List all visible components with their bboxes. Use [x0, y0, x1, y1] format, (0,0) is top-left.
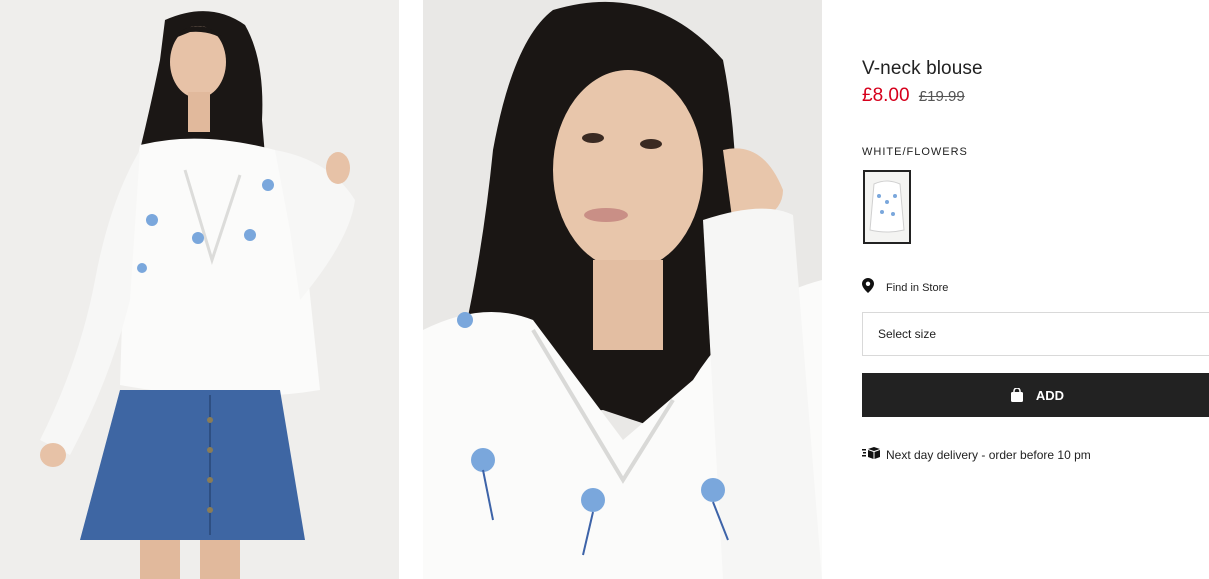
product-title: V-neck blouse — [862, 58, 983, 79]
color-label: WHITE/FLOWERS — [862, 146, 968, 158]
shopping-bag-icon — [1010, 388, 1024, 402]
product-image-full-body[interactable] — [0, 0, 399, 579]
price-block: £8.00 £19.99 — [862, 85, 965, 107]
model-full-body-illustration — [0, 0, 399, 579]
size-select-label: Select size — [878, 327, 937, 341]
find-in-store-link[interactable]: Find in Store — [862, 278, 948, 298]
swatch-blouse-thumbnail — [869, 180, 905, 233]
location-pin-icon — [862, 278, 874, 298]
add-button-label: ADD — [1035, 387, 1065, 403]
model-close-up-illustration — [423, 0, 822, 579]
delivery-truck-icon — [862, 446, 880, 464]
original-price: £19.99 — [918, 88, 965, 105]
product-image-close-up[interactable] — [423, 0, 822, 579]
find-in-store-label: Find in Store — [886, 282, 949, 294]
delivery-text: Next day delivery - order before 10 pm — [886, 448, 1091, 462]
delivery-info: Next day delivery - order before 10 pm — [862, 446, 1091, 464]
add-to-bag-button[interactable]: ADD — [862, 373, 1209, 417]
size-select-dropdown[interactable]: Select size — [862, 312, 1209, 356]
color-swatch-white-flowers[interactable] — [863, 170, 911, 244]
sale-price: £8.00 — [862, 85, 910, 106]
product-info-panel: V-neck blouse £8.00 £19.99 WHITE/FLOWERS… — [862, 0, 1209, 579]
